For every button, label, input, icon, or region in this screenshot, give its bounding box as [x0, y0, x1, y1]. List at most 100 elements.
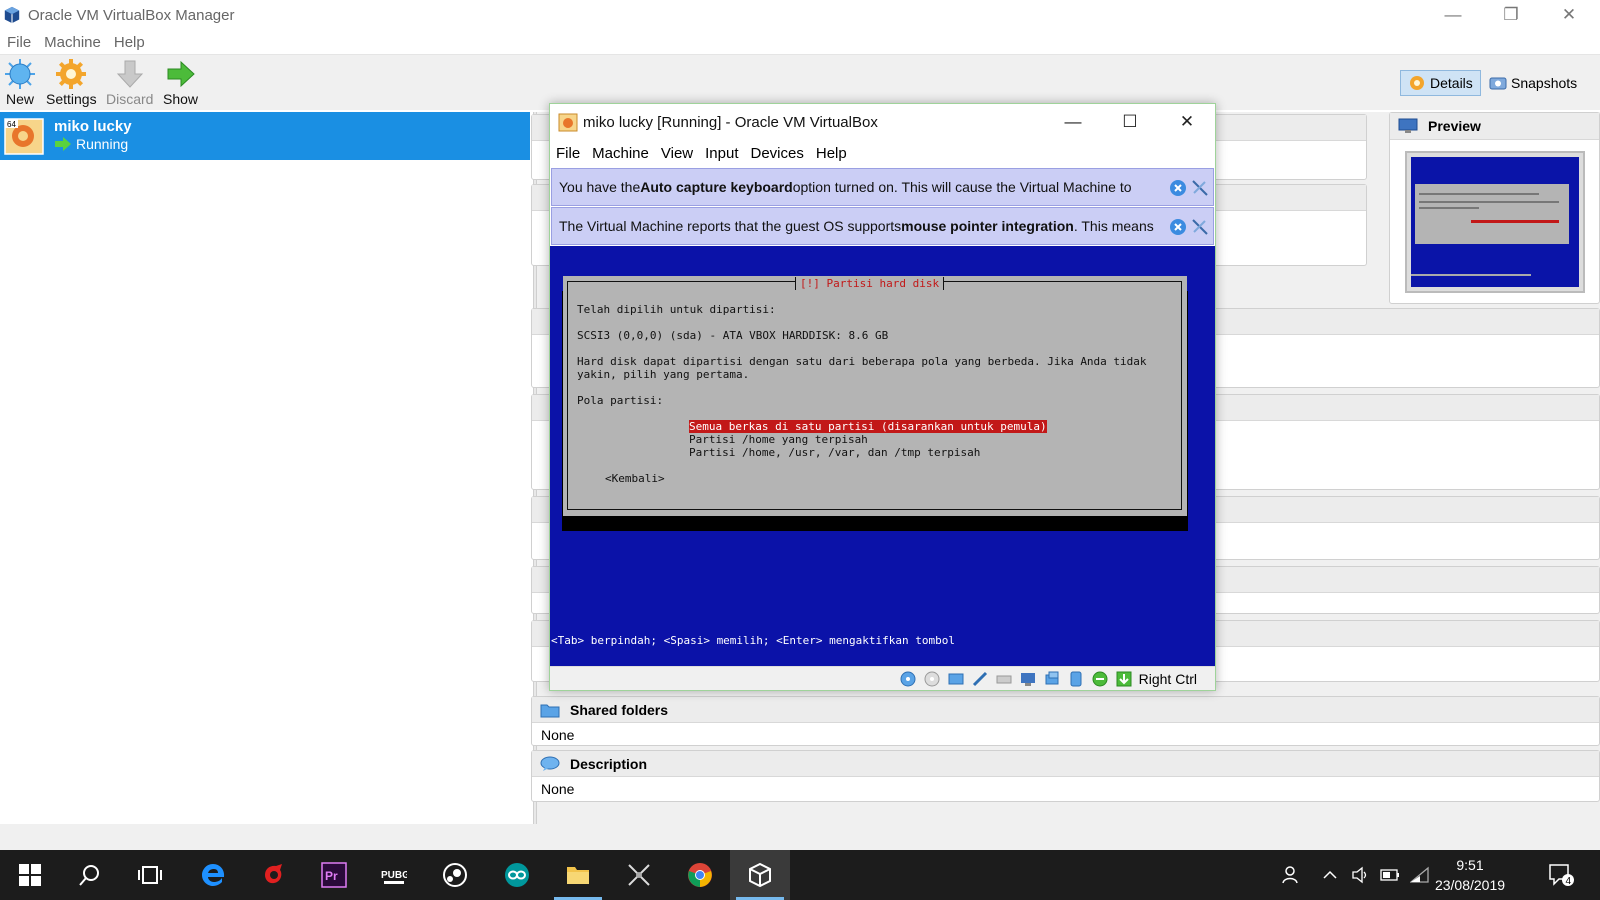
- new-sun-icon: [5, 59, 35, 89]
- vm-window: miko lucky [Running] - Oracle VM Virtual…: [549, 103, 1216, 691]
- arduino-app[interactable]: [487, 850, 547, 900]
- action-center-button[interactable]: 4: [1538, 850, 1584, 900]
- host-key-label: Right Ctrl: [1138, 670, 1197, 687]
- svg-text:Pr: Pr: [325, 869, 338, 883]
- manager-menubar: File Machine Help: [0, 30, 1600, 54]
- folder-icon: [540, 704, 560, 717]
- restore-button[interactable]: ❐: [1482, 0, 1540, 30]
- ubuntu-os-icon: 64: [4, 118, 44, 155]
- dialog-line: Pola partisi:: [577, 394, 664, 407]
- vm-menu-help[interactable]: Help: [816, 145, 847, 162]
- snapshots-camera-icon: [1489, 77, 1507, 90]
- preview-thumbnail: [1405, 151, 1585, 293]
- notice-mute-icon[interactable]: [1191, 218, 1209, 236]
- vm-menu-file[interactable]: File: [556, 145, 580, 162]
- notice-close-icon[interactable]: [1169, 218, 1187, 236]
- dialog-line: Hard disk dapat dipartisi dengan satu da…: [577, 355, 1147, 368]
- vm-menu-view[interactable]: View: [661, 145, 693, 162]
- vm-close-button[interactable]: ✕: [1159, 104, 1215, 140]
- monitor-icon: [1398, 118, 1418, 133]
- menu-help[interactable]: Help: [114, 34, 145, 51]
- notification-icon: 4: [1549, 864, 1574, 887]
- shared-folders-icon[interactable]: [1019, 670, 1037, 688]
- dialog-title: [!] Partisi hard disk: [795, 277, 945, 290]
- vm-maximize-button[interactable]: ☐: [1102, 104, 1158, 140]
- people-icon: [1282, 866, 1298, 884]
- premiere-app[interactable]: Pr: [304, 850, 364, 900]
- file-explorer-app[interactable]: [548, 850, 608, 900]
- menu-machine[interactable]: Machine: [44, 34, 101, 51]
- video-capture-icon[interactable]: [1067, 670, 1085, 688]
- manager-toolbar: New Settings Discard Show Details Snapsh…: [0, 54, 1600, 110]
- volume-button[interactable]: [1346, 850, 1374, 900]
- description-value: None: [541, 781, 575, 797]
- preview-title: Preview: [1428, 118, 1481, 134]
- discard-arrow-down-icon: [116, 60, 143, 88]
- optical-drive-icon[interactable]: [923, 670, 941, 688]
- discard-button[interactable]: Discard: [106, 58, 153, 107]
- clock[interactable]: 9:51 23/08/2019: [1430, 850, 1510, 900]
- task-view-button[interactable]: [120, 850, 180, 900]
- task-view-icon: [138, 866, 162, 884]
- menu-file[interactable]: File: [7, 34, 31, 51]
- dialog-line: SCSI3 (0,0,0) (sda) - ATA VBOX HARDDISK:…: [577, 329, 889, 342]
- usb-icon[interactable]: [995, 670, 1013, 688]
- close-button[interactable]: ✕: [1540, 0, 1598, 30]
- notice-mute-icon[interactable]: [1191, 179, 1209, 197]
- dialog-line: yakin, pilih yang pertama.: [577, 368, 750, 381]
- settings-gear-icon: [56, 59, 87, 89]
- details-gear-icon: [1410, 76, 1424, 90]
- edge-icon: [202, 864, 225, 886]
- battery-button[interactable]: [1376, 850, 1404, 900]
- game-app[interactable]: [609, 850, 669, 900]
- snapshots-button[interactable]: Snapshots: [1482, 70, 1584, 96]
- back-button[interactable]: <Kembali>: [605, 472, 665, 485]
- hard-disk-icon[interactable]: [899, 670, 917, 688]
- details-button[interactable]: Details: [1400, 70, 1481, 96]
- people-button[interactable]: [1275, 850, 1309, 900]
- chrome-icon: [688, 863, 712, 887]
- settings-button[interactable]: Settings: [46, 58, 97, 107]
- search-icon: [79, 865, 99, 886]
- manager-title: Oracle VM VirtualBox Manager: [28, 6, 235, 24]
- speaker-icon: [1352, 866, 1367, 884]
- vm-state: Running: [54, 136, 128, 152]
- vm-window-title: miko lucky [Running] - Oracle VM Virtual…: [583, 113, 878, 131]
- virtualbox-app[interactable]: [730, 850, 790, 900]
- partition-option[interactable]: Partisi /home, /usr, /var, dan /tmp terp…: [689, 446, 980, 459]
- chevron-up-icon: [1323, 870, 1337, 879]
- partition-option-selected[interactable]: Semua berkas di satu partisi (disarankan…: [689, 420, 1047, 433]
- chrome-app[interactable]: [670, 850, 730, 900]
- battery-icon: [1380, 869, 1399, 881]
- vm-list-item[interactable]: 64 miko lucky Running: [0, 112, 530, 160]
- minimize-button[interactable]: —: [1424, 0, 1482, 30]
- edge-app[interactable]: [183, 850, 243, 900]
- vm-menu-input[interactable]: Input: [705, 145, 738, 162]
- clock-time: 9:51: [1456, 857, 1484, 873]
- manager-statusbar: [0, 824, 1600, 850]
- show-arrow-right-icon: [167, 60, 195, 88]
- folder-icon: [567, 867, 589, 884]
- pubg-app[interactable]: PUBG: [364, 850, 424, 900]
- running-arrow-icon: [55, 137, 71, 151]
- garena-app[interactable]: [244, 850, 304, 900]
- network-icon[interactable]: [971, 670, 989, 688]
- vm-menu-machine[interactable]: Machine: [592, 145, 649, 162]
- audio-icon[interactable]: [947, 670, 965, 688]
- show-hidden-icons-button[interactable]: [1316, 850, 1344, 900]
- partition-option[interactable]: Partisi /home yang terpisah: [689, 433, 868, 446]
- mouse-integration-icon[interactable]: [1115, 670, 1133, 688]
- new-button[interactable]: New: [4, 58, 36, 107]
- notice-close-icon[interactable]: [1169, 179, 1187, 197]
- vm-minimize-button[interactable]: —: [1045, 104, 1101, 140]
- vm-guest-screen[interactable]: [!] Partisi hard disk Telah dipilih untu…: [550, 246, 1215, 666]
- speech-bubble-icon: [540, 756, 560, 771]
- vm-menu-devices[interactable]: Devices: [751, 145, 804, 162]
- display-icon[interactable]: [1043, 670, 1061, 688]
- search-button[interactable]: [60, 850, 120, 900]
- show-button[interactable]: Show: [163, 58, 198, 107]
- steam-app[interactable]: [425, 850, 485, 900]
- keyboard-hint: <Tab> berpindah; <Spasi> memilih; <Enter…: [551, 634, 955, 647]
- start-button[interactable]: [0, 850, 60, 900]
- cpu-icon[interactable]: [1091, 670, 1109, 688]
